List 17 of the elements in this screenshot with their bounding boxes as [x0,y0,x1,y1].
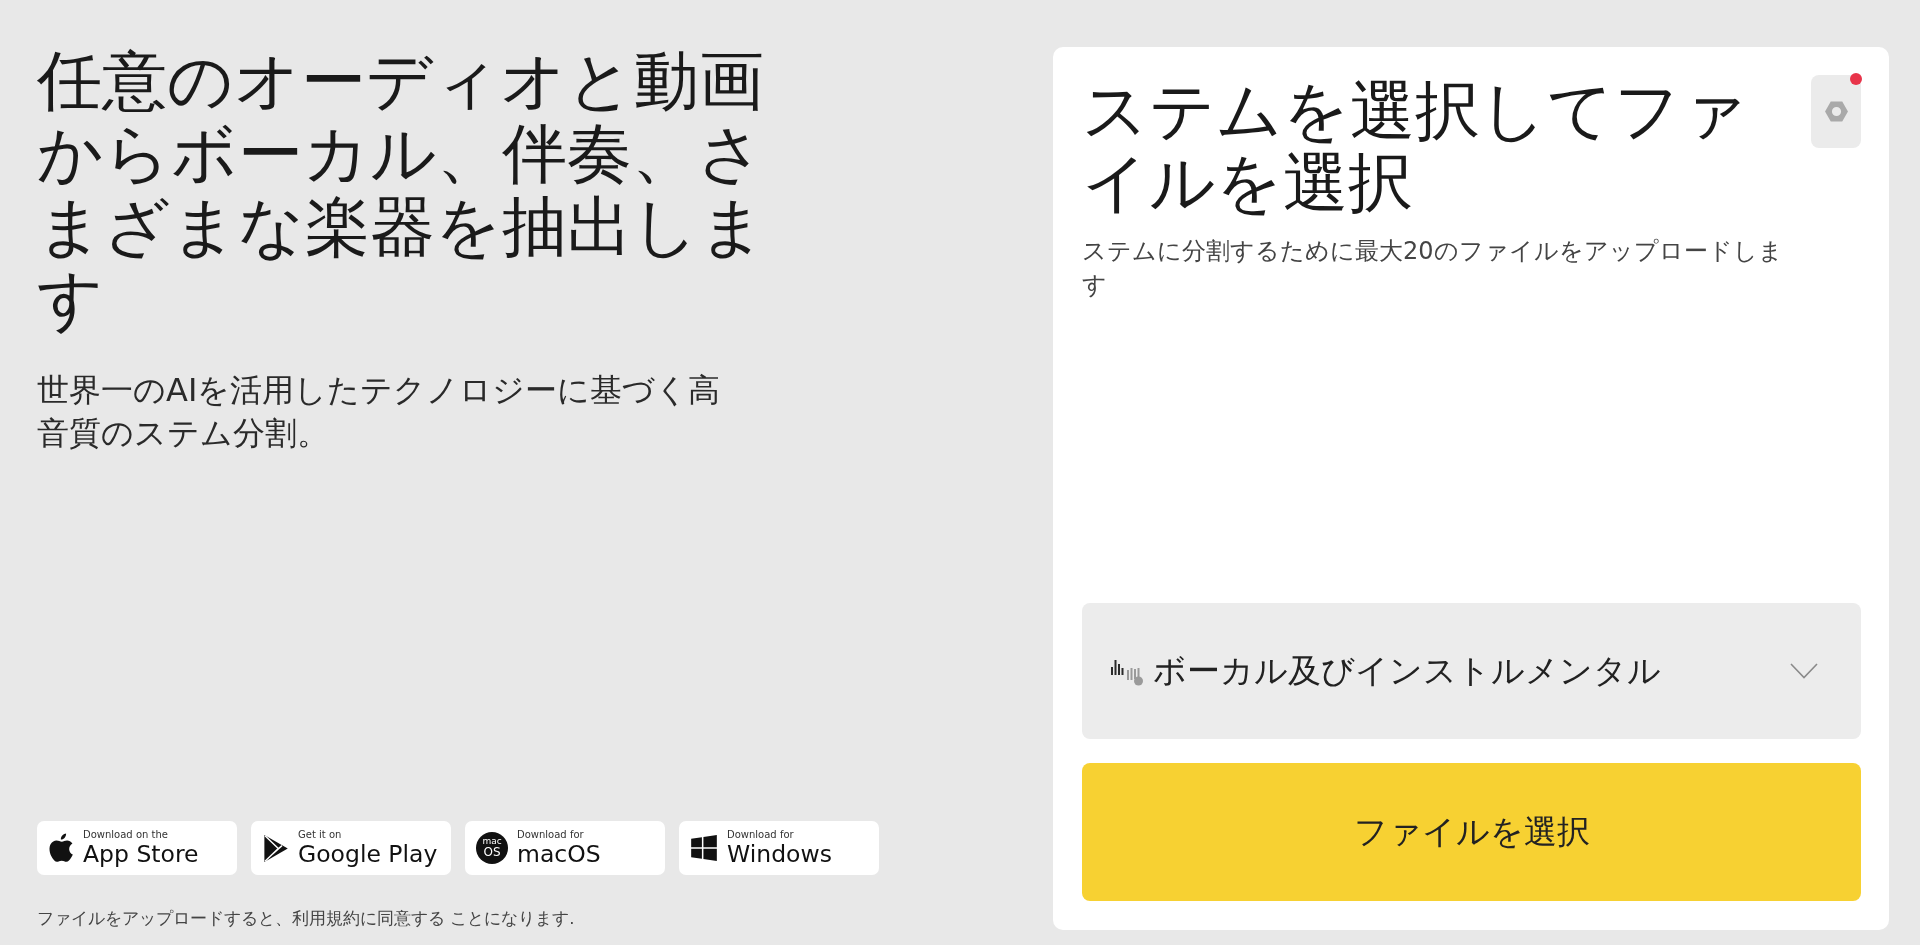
terms-notice: ファイルをアップロードすると、利用規約に同意する ことになります. [37,909,576,929]
hero-heading: 任意のオーディオと動画からボーカル、伴奏、さまざまな楽器を抽出します [37,44,767,336]
hexagon-icon [1823,99,1849,124]
download-badge[interactable]: Download for Windows [679,821,879,875]
download-badge[interactable]: Download on the App Store [37,821,237,875]
stem-select[interactable]: ボーカル及びインストルメンタル [1082,603,1861,739]
download-badge[interactable]: mac OS Download for macOS [465,821,665,875]
card-title: ステムを選択してファイルを選択 [1082,75,1749,219]
hero-subtitle: 世界一のAIを活用したテクノロジーに基づく高音質のステム分割。 [37,370,722,454]
download-badge[interactable]: Get it on Google Play [251,821,451,875]
select-file-button[interactable]: ファイルを選択 [1082,763,1861,901]
macos-emblem: mac OS [476,832,508,864]
play-icon [262,833,289,863]
apple-icon [48,833,74,863]
card-description: ステムに分割するために最大20のファイルをアップロードします [1082,236,1784,301]
settings-button[interactable] [1811,75,1861,148]
windows-icon [690,834,718,862]
